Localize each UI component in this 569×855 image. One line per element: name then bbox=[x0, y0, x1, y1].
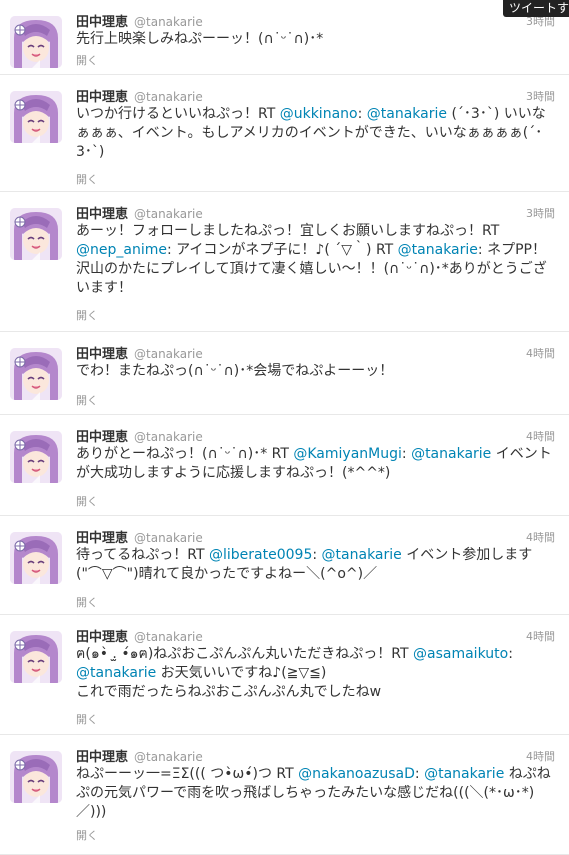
user-handle[interactable]: @tanakarie bbox=[134, 15, 203, 29]
avatar[interactable] bbox=[10, 208, 62, 260]
tweet-header: 田中理恵 @tanakarie bbox=[76, 746, 203, 765]
tweet[interactable]: 田中理恵 @tanakarie 3時間 あーッ！フォローしましたねぷっ！宜しくお願いし… bbox=[0, 192, 569, 332]
user-name[interactable]: 田中理恵 bbox=[76, 750, 128, 765]
user-handle[interactable]: @tanakarie bbox=[134, 531, 203, 545]
tweet[interactable]: 田中理恵 @tanakarie 4時間 ฅ(๑•̀ .̫ •́๑ฅ)ねぷおこぷんぷん丸… bbox=[0, 615, 569, 735]
tweet-header: 田中理恵 @tanakarie bbox=[76, 11, 203, 30]
mention-link[interactable]: @tanakarie bbox=[76, 665, 156, 681]
mention-link[interactable]: @nakanoazusaD bbox=[298, 766, 415, 782]
expand-link[interactable]: 開く bbox=[76, 52, 98, 68]
timestamp[interactable]: 3時間 bbox=[526, 205, 555, 221]
tweet-header: 田中理恵 @tanakarie bbox=[76, 86, 203, 105]
expand-link[interactable]: 開く bbox=[76, 493, 98, 509]
user-name[interactable]: 田中理恵 bbox=[76, 15, 128, 30]
tweet-header: 田中理恵 @tanakarie bbox=[76, 626, 203, 645]
mention-link[interactable]: @tanakarie bbox=[322, 547, 402, 563]
mention-link[interactable]: @KamiyanMugi bbox=[293, 446, 402, 462]
mention-link[interactable]: @tanakarie bbox=[424, 766, 504, 782]
tweet[interactable]: 田中理恵 @tanakarie 3時間 いつか行けるといいねぷっ！RT @ukkina… bbox=[0, 75, 569, 192]
tweet-text: ねぷーーッ一=ΞΣ((( つ•̀ω•́)つ RT @nakanoazusaD: … bbox=[76, 765, 556, 822]
tweet-text-segment: : アイコンがネプ子に！♪( ´▽｀) RT bbox=[166, 242, 398, 258]
avatar[interactable] bbox=[10, 91, 62, 143]
tweet-text-segment: : bbox=[357, 106, 367, 122]
tweet-text-segment: : bbox=[414, 766, 425, 782]
tweet-text-segment: ねぷーーッ一=ΞΣ((( つ•̀ω•́)つ RT bbox=[76, 766, 299, 782]
tweet-text: ฅ(๑•̀ .̫ •́๑ฅ)ねぷおこぷんぷん丸いただきねぷっ！RT @asama… bbox=[76, 645, 556, 702]
avatar[interactable] bbox=[10, 631, 62, 683]
user-name[interactable]: 田中理恵 bbox=[76, 90, 128, 105]
tweet-text-segment: 待ってるねぷっ！RT bbox=[76, 547, 210, 563]
tweet-text-segment: : bbox=[401, 446, 412, 462]
tweet-text: いつか行けるといいねぷっ！RT @ukkinano: @tanakarie (´… bbox=[76, 105, 556, 162]
tweet[interactable]: 田中理恵 @tanakarie 4時間でわ！またねぷっ(∩˙ᵕ˙∩)･*会場でねぷよ… bbox=[0, 332, 569, 415]
tweet-text-segment: いつか行けるといいねぷっ！RT bbox=[76, 106, 280, 122]
tweet-text: でわ！またねぷっ(∩˙ᵕ˙∩)･*会場でねぷよーーッ！ bbox=[76, 362, 556, 381]
user-name[interactable]: 田中理恵 bbox=[76, 430, 128, 445]
mention-link[interactable]: @asamaikuto bbox=[413, 646, 508, 662]
user-name[interactable]: 田中理恵 bbox=[76, 630, 128, 645]
avatar[interactable] bbox=[10, 532, 62, 584]
expand-link[interactable]: 開く bbox=[76, 392, 98, 408]
user-handle[interactable]: @tanakarie bbox=[134, 630, 203, 644]
tweet-text-segment: : bbox=[508, 646, 513, 662]
avatar[interactable] bbox=[10, 431, 62, 483]
mention-link[interactable]: @tanakarie bbox=[367, 106, 447, 122]
expand-link[interactable]: 開く bbox=[76, 594, 98, 610]
expand-link[interactable]: 開く bbox=[76, 307, 98, 323]
user-name[interactable]: 田中理恵 bbox=[76, 347, 128, 362]
avatar[interactable] bbox=[10, 348, 62, 400]
mention-link[interactable]: @nep_anime bbox=[76, 242, 167, 258]
tweet-header: 田中理恵 @tanakarie bbox=[76, 527, 203, 546]
timestamp[interactable]: 4時間 bbox=[526, 428, 555, 444]
expand-link[interactable]: 開く bbox=[76, 171, 98, 187]
user-handle[interactable]: @tanakarie bbox=[134, 207, 203, 221]
tweet-button-tooltip: ツイートす bbox=[503, 0, 569, 17]
tweet-text-segment: 先行上映楽しみねぷーーッ！(∩˙ᵕ˙∩)･* bbox=[76, 31, 324, 47]
mention-link[interactable]: @liberate0095 bbox=[209, 547, 312, 563]
timestamp[interactable]: 4時間 bbox=[526, 529, 555, 545]
timeline: 田中理恵 @tanakarie 3時間 先行上映楽しみねぷーーッ！(∩˙ᵕ˙∩)･* 開… bbox=[0, 0, 569, 855]
timestamp[interactable]: 4時間 bbox=[526, 345, 555, 361]
tweet-text-segment: お天気いいですね♪(≧▽≦) bbox=[156, 665, 327, 681]
user-name[interactable]: 田中理恵 bbox=[76, 207, 128, 222]
tweet-header: 田中理恵 @tanakarie bbox=[76, 203, 203, 222]
tweet[interactable]: 田中理恵 @tanakarie 3時間 先行上映楽しみねぷーーッ！(∩˙ᵕ˙∩)･* 開… bbox=[0, 0, 569, 75]
timestamp[interactable]: 4時間 bbox=[526, 748, 555, 764]
user-handle[interactable]: @tanakarie bbox=[134, 347, 203, 361]
tweet-text: 先行上映楽しみねぷーーッ！(∩˙ᵕ˙∩)･* bbox=[76, 30, 556, 49]
tweet-text-segment: ฅ(๑•̀ .̫ •́๑ฅ)ねぷおこぷんぷん丸いただきねぷっ！RT bbox=[76, 646, 414, 662]
tweet[interactable]: 田中理恵 @tanakarie 4時間 待ってるねぷっ！RT @liberate009… bbox=[0, 516, 569, 615]
user-name[interactable]: 田中理恵 bbox=[76, 531, 128, 546]
user-handle[interactable]: @tanakarie bbox=[134, 430, 203, 444]
timestamp[interactable]: 3時間 bbox=[526, 88, 555, 104]
tweet-text-segment: : bbox=[312, 547, 322, 563]
user-handle[interactable]: @tanakarie bbox=[134, 90, 203, 104]
mention-link[interactable]: @tanakarie bbox=[398, 242, 478, 258]
timestamp[interactable]: 4時間 bbox=[526, 628, 555, 644]
avatar[interactable] bbox=[10, 751, 62, 803]
tweet-header: 田中理恵 @tanakarie bbox=[76, 343, 203, 362]
expand-link[interactable]: 開く bbox=[76, 827, 98, 843]
tweet-text-segment: これで雨だったらねぷおこぷんぷん丸でしたねw bbox=[76, 684, 382, 700]
mention-link[interactable]: @ukkinano bbox=[280, 106, 358, 122]
user-handle[interactable]: @tanakarie bbox=[134, 750, 203, 764]
tweet-text-segment: でわ！またねぷっ(∩˙ᵕ˙∩)･*会場でねぷよーーッ！ bbox=[76, 363, 394, 379]
mention-link[interactable]: @tanakarie bbox=[411, 446, 491, 462]
expand-link[interactable]: 開く bbox=[76, 711, 98, 727]
tweet-text: 待ってるねぷっ！RT @liberate0095: @tanakarie イベン… bbox=[76, 546, 556, 584]
avatar[interactable] bbox=[10, 16, 62, 68]
tweet[interactable]: 田中理恵 @tanakarie 4時間 ねぷーーッ一=ΞΣ((( つ•̀ω•́)つ R… bbox=[0, 735, 569, 855]
tweet[interactable]: 田中理恵 @tanakarie 4時間 ありがとーねぷっ！(∩˙ᵕ˙∩)･* RT @… bbox=[0, 415, 569, 516]
tweet-text-segment: あーッ！フォローしましたねぷっ！宜しくお願いしますねぷっ！RT bbox=[76, 223, 500, 239]
tweet-text-segment: ありがとーねぷっ！(∩˙ᵕ˙∩)･* RT bbox=[76, 446, 294, 462]
tweet-text: ありがとーねぷっ！(∩˙ᵕ˙∩)･* RT @KamiyanMugi: @tan… bbox=[76, 445, 556, 483]
tweet-header: 田中理恵 @tanakarie bbox=[76, 426, 203, 445]
tweet-text: あーッ！フォローしましたねぷっ！宜しくお願いしますねぷっ！RT @nep_ani… bbox=[76, 222, 556, 298]
